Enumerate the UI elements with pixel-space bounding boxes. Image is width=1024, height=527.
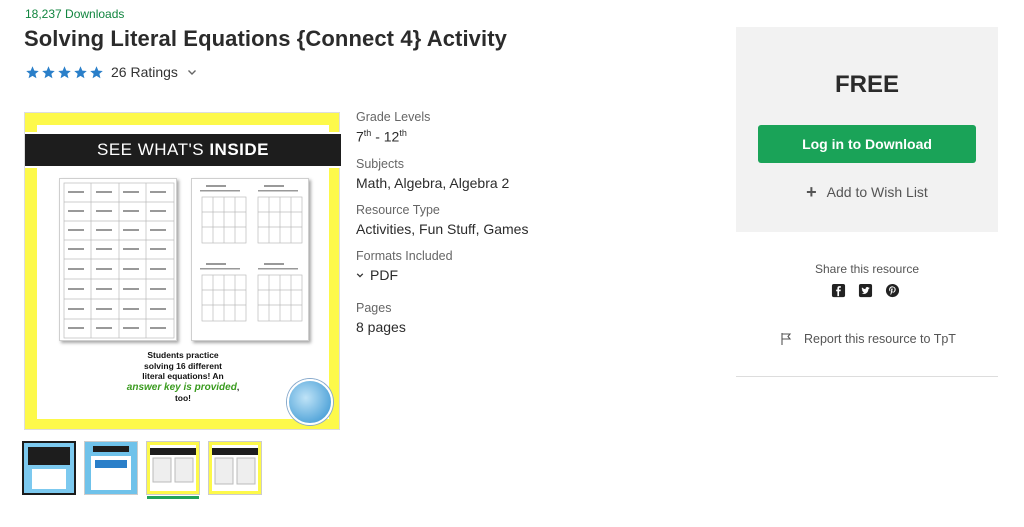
banner-bold: INSIDE [209, 140, 270, 159]
pages-value: 8 pages [356, 318, 406, 335]
caption-highlight: answer key is provided [126, 381, 237, 393]
share-label: Share this resource [814, 262, 920, 276]
thumbnail-graphic [85, 442, 137, 494]
report-resource-link[interactable]: Report this resource to TpT [780, 332, 956, 346]
thumbnail-cover-graphic [24, 443, 74, 493]
subjects-value[interactable]: Math, Algebra, Algebra 2 [356, 175, 528, 191]
add-to-wishlist-button[interactable]: + Add to Wish List [736, 182, 998, 202]
facebook-icon[interactable] [831, 283, 846, 298]
price: FREE [834, 71, 899, 98]
thumbnail-graphic [147, 442, 199, 494]
star-icon [74, 65, 87, 78]
caption-line: literal equations! An [142, 371, 224, 381]
thumbnail-active-indicator [147, 496, 199, 499]
star-rating [25, 65, 104, 80]
store-logo-badge [287, 379, 333, 425]
worksheet-page [59, 178, 177, 341]
format-pdf: PDF [370, 266, 398, 283]
star-icon [42, 65, 55, 78]
star-icon [58, 65, 71, 78]
login-to-download-button[interactable]: Log in to Download [758, 125, 976, 163]
thumbnail-3[interactable] [146, 441, 200, 499]
product-title: Solving Literal Equations {Connect 4} Ac… [24, 26, 507, 51]
grade-levels-value[interactable]: 7th - 12th [356, 128, 528, 145]
subjects-label: Subjects [356, 156, 404, 171]
purchase-panel: FREE Log in to Download + Add to Wish Li… [736, 27, 998, 232]
star-icon [26, 65, 39, 78]
formats-label: Formats Included [356, 248, 453, 263]
thumbnail-4[interactable] [208, 441, 262, 495]
formats-value[interactable]: PDF [356, 267, 528, 283]
ratings-count[interactable]: 26 Ratings [111, 64, 178, 80]
banner-lead: SEE WHAT'S [96, 140, 210, 159]
resource-type-value[interactable]: Activities, Fun Stuff, Games [356, 221, 528, 237]
caption-line: solving 16 different [144, 360, 222, 371]
thumbnail-strip [22, 441, 262, 499]
plus-icon: + [806, 182, 817, 202]
report-label: Report this resource to TpT [804, 332, 956, 346]
share-icons [831, 283, 900, 298]
divider [736, 376, 998, 377]
grid-graphic [200, 185, 303, 322]
connect4-grid-page [191, 178, 309, 341]
resource-type-label: Resource Type [356, 202, 440, 217]
wishlist-label: Add to Wish List [826, 184, 928, 200]
chevron-down-icon[interactable] [187, 67, 197, 77]
chevron-down-icon[interactable] [356, 271, 364, 279]
worksheet-table-graphic [63, 182, 175, 339]
preview-caption: Students practice solving 16 different l… [125, 350, 241, 404]
product-preview-image[interactable]: SEE WHAT'S INSIDE Students practice solv… [24, 112, 341, 430]
product-details: Grade Levels 7th - 12th Subjects Math, A… [356, 110, 528, 335]
rating-summary[interactable]: 26 Ratings [25, 64, 197, 80]
thumbnail-graphic [209, 442, 261, 494]
downloads-count: 18,237 Downloads [25, 7, 125, 21]
grade-levels-label: Grade Levels [356, 110, 431, 124]
flag-icon [781, 333, 792, 345]
preview-banner: SEE WHAT'S INSIDE [25, 132, 341, 168]
thumbnail-2[interactable] [84, 441, 138, 495]
thumbnail-1[interactable] [22, 441, 76, 495]
twitter-icon[interactable] [858, 283, 873, 298]
pages-label: Pages [356, 300, 392, 315]
pinterest-icon[interactable] [885, 283, 900, 298]
caption-line: Students practice [147, 350, 219, 360]
star-icon [90, 65, 103, 78]
